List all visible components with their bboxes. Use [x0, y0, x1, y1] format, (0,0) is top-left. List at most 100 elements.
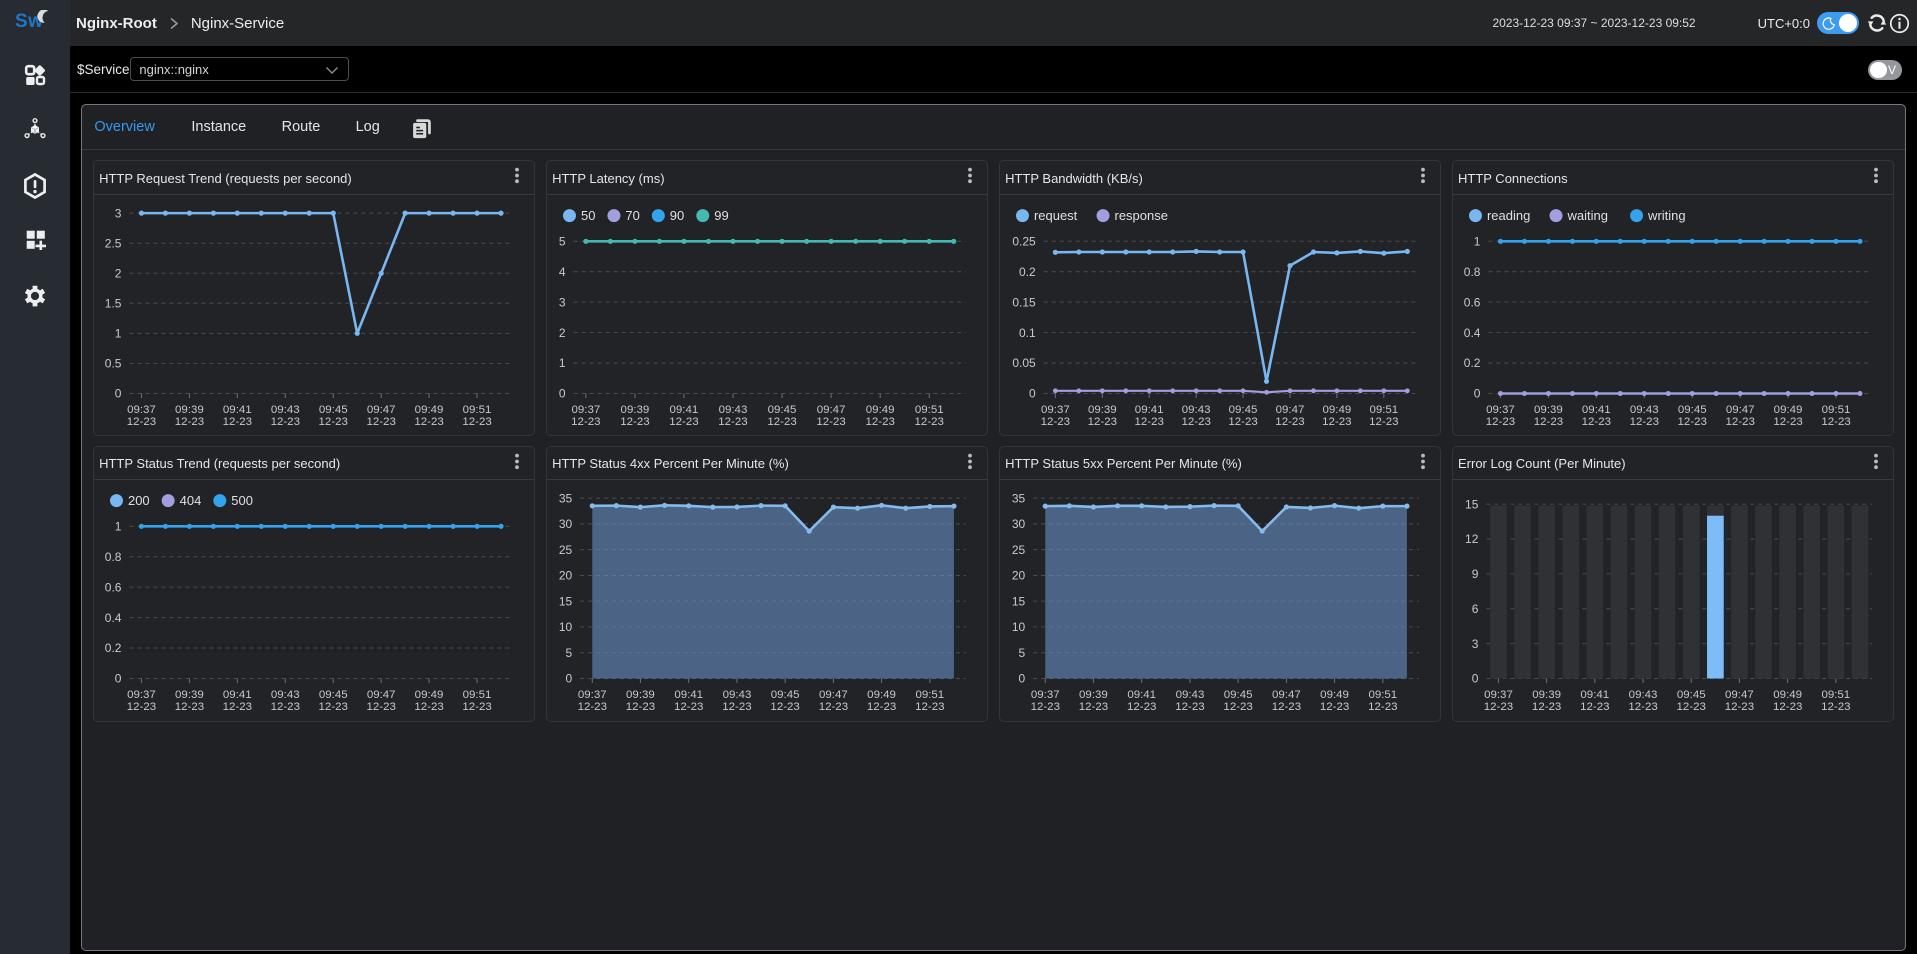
svg-text:25: 25 [1012, 543, 1026, 557]
svg-text:0.8: 0.8 [1464, 264, 1481, 278]
svg-text:12-23: 12-23 [270, 701, 299, 713]
svg-text:12-23: 12-23 [1773, 701, 1802, 713]
svg-text:12-23: 12-23 [1773, 415, 1802, 427]
svg-text:09:37: 09:37 [1486, 403, 1515, 415]
svg-text:35: 35 [559, 491, 573, 505]
svg-text:12-23: 12-23 [1272, 701, 1301, 713]
svg-text:09:43: 09:43 [1628, 689, 1657, 701]
svg-text:12-23: 12-23 [1041, 415, 1070, 427]
svg-text:12-23: 12-23 [1821, 415, 1850, 427]
svg-text:12-23: 12-23 [865, 415, 894, 427]
svg-text:20: 20 [1012, 569, 1026, 583]
svg-text:5: 5 [559, 234, 566, 248]
svg-text:30: 30 [1012, 517, 1026, 531]
svg-text:12-23: 12-23 [867, 701, 896, 713]
svg-text:1: 1 [115, 326, 122, 340]
svg-text:12-23: 12-23 [318, 701, 347, 713]
svg-text:09:51: 09:51 [463, 403, 492, 415]
svg-text:12-23: 12-23 [414, 415, 443, 427]
svg-text:09:37: 09:37 [127, 403, 156, 415]
svg-text:09:37: 09:37 [127, 689, 156, 701]
svg-text:5: 5 [1018, 646, 1025, 660]
svg-text:0.25: 0.25 [1012, 234, 1036, 248]
svg-text:0.4: 0.4 [1464, 325, 1481, 339]
svg-text:12-23: 12-23 [577, 701, 606, 713]
svg-text:12-23: 12-23 [1181, 415, 1210, 427]
svg-text:09:49: 09:49 [1773, 689, 1802, 701]
svg-text:09:43: 09:43 [271, 689, 300, 701]
svg-text:0.6: 0.6 [1464, 295, 1481, 309]
svg-text:09:45: 09:45 [319, 403, 348, 415]
svg-text:3: 3 [559, 295, 566, 309]
svg-text:09:39: 09:39 [626, 689, 655, 701]
svg-text:15: 15 [559, 594, 573, 608]
svg-text:3: 3 [1472, 637, 1479, 651]
svg-text:09:39: 09:39 [1532, 689, 1561, 701]
svg-text:99: 99 [714, 208, 728, 223]
svg-text:12-23: 12-23 [175, 701, 204, 713]
svg-text:12-23: 12-23 [270, 415, 299, 427]
svg-text:09:39: 09:39 [620, 403, 649, 415]
svg-text:09:41: 09:41 [674, 689, 703, 701]
svg-text:09:41: 09:41 [223, 689, 252, 701]
svg-text:500: 500 [231, 493, 253, 508]
svg-text:09:39: 09:39 [1088, 403, 1117, 415]
svg-text:09:49: 09:49 [415, 403, 444, 415]
svg-text:response: response [1114, 208, 1167, 223]
svg-text:12-23: 12-23 [462, 415, 491, 427]
svg-text:0.6: 0.6 [105, 580, 122, 594]
svg-text:12-23: 12-23 [620, 415, 649, 427]
svg-text:09:45: 09:45 [1229, 403, 1258, 415]
svg-text:09:51: 09:51 [1369, 403, 1398, 415]
svg-text:90: 90 [670, 208, 684, 223]
svg-text:12-23: 12-23 [366, 415, 395, 427]
svg-text:2: 2 [559, 325, 566, 339]
svg-text:09:41: 09:41 [223, 403, 252, 415]
svg-text:12-23: 12-23 [1628, 701, 1657, 713]
svg-text:12-23: 12-23 [819, 701, 848, 713]
svg-text:09:39: 09:39 [175, 689, 204, 701]
svg-text:0: 0 [559, 386, 566, 400]
svg-text:09:49: 09:49 [415, 689, 444, 701]
svg-text:reading: reading [1487, 208, 1530, 223]
svg-text:12-23: 12-23 [1322, 415, 1351, 427]
svg-text:12-23: 12-23 [1134, 415, 1163, 427]
svg-text:12-23: 12-23 [767, 415, 796, 427]
svg-text:12-23: 12-23 [1677, 415, 1706, 427]
svg-text:09:49: 09:49 [866, 403, 895, 415]
svg-text:12-23: 12-23 [1127, 701, 1156, 713]
svg-text:12-23: 12-23 [127, 701, 156, 713]
svg-text:09:45: 09:45 [319, 689, 348, 701]
svg-text:6: 6 [1472, 602, 1479, 616]
svg-text:09:51: 09:51 [1368, 689, 1397, 701]
svg-text:09:37: 09:37 [578, 689, 607, 701]
svg-text:12-23: 12-23 [669, 415, 698, 427]
svg-text:09:43: 09:43 [1175, 689, 1204, 701]
svg-text:0.2: 0.2 [1019, 264, 1036, 278]
svg-text:09:49: 09:49 [1320, 689, 1349, 701]
svg-text:12-23: 12-23 [127, 415, 156, 427]
svg-text:0.1: 0.1 [1019, 325, 1036, 339]
svg-text:12-23: 12-23 [1275, 415, 1304, 427]
svg-text:12-23: 12-23 [914, 415, 943, 427]
svg-text:09:51: 09:51 [915, 403, 944, 415]
svg-text:12-23: 12-23 [1368, 701, 1397, 713]
svg-text:12-23: 12-23 [223, 701, 252, 713]
svg-text:12-23: 12-23 [722, 701, 751, 713]
svg-text:0.4: 0.4 [105, 611, 122, 625]
svg-text:0: 0 [115, 672, 122, 686]
svg-text:12-23: 12-23 [1725, 701, 1754, 713]
svg-text:12-23: 12-23 [1532, 701, 1561, 713]
svg-text:30: 30 [559, 517, 573, 531]
svg-text:0.5: 0.5 [105, 356, 122, 370]
svg-text:10: 10 [1012, 620, 1026, 634]
svg-text:09:39: 09:39 [1079, 689, 1108, 701]
svg-text:09:41: 09:41 [1135, 403, 1164, 415]
svg-text:09:51: 09:51 [915, 689, 944, 701]
svg-text:2.5: 2.5 [105, 236, 122, 250]
svg-text:0.2: 0.2 [1464, 356, 1481, 370]
svg-text:0: 0 [1472, 672, 1479, 686]
svg-text:12-23: 12-23 [1676, 701, 1705, 713]
svg-text:15: 15 [1465, 497, 1479, 511]
svg-text:2: 2 [115, 266, 122, 280]
